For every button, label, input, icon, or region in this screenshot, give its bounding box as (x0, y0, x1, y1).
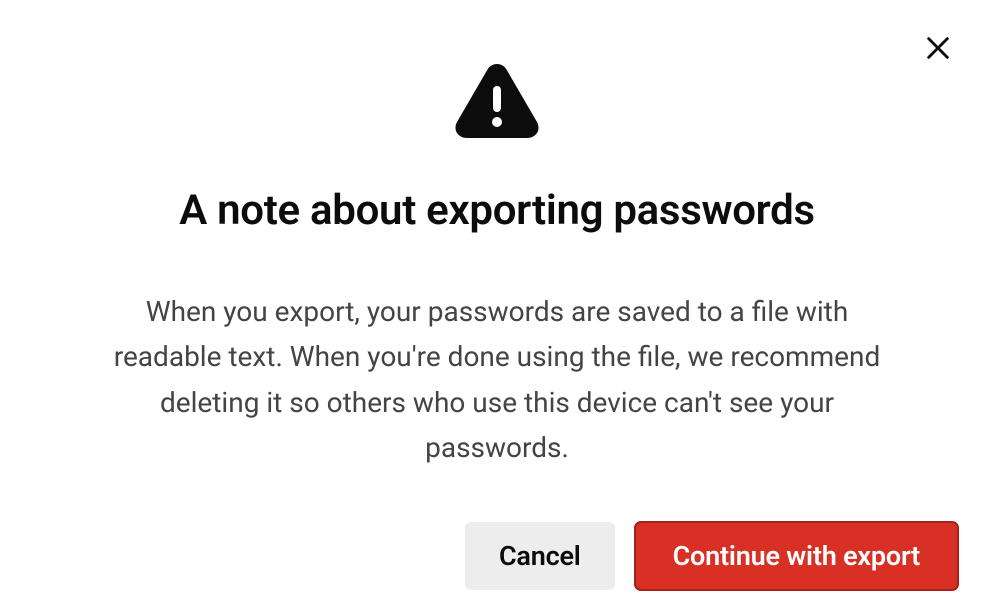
export-passwords-dialog: A note about exporting passwords When yo… (0, 0, 994, 614)
dialog-button-row: Cancel Continue with export (465, 522, 958, 590)
dialog-title: A note about exporting passwords (179, 186, 815, 235)
close-button[interactable] (920, 30, 956, 69)
dialog-body-text: When you export, your passwords are save… (57, 289, 937, 470)
warning-icon (453, 62, 541, 138)
close-icon (924, 34, 952, 65)
continue-export-button[interactable]: Continue with export (635, 522, 958, 590)
cancel-button[interactable]: Cancel (465, 522, 615, 590)
